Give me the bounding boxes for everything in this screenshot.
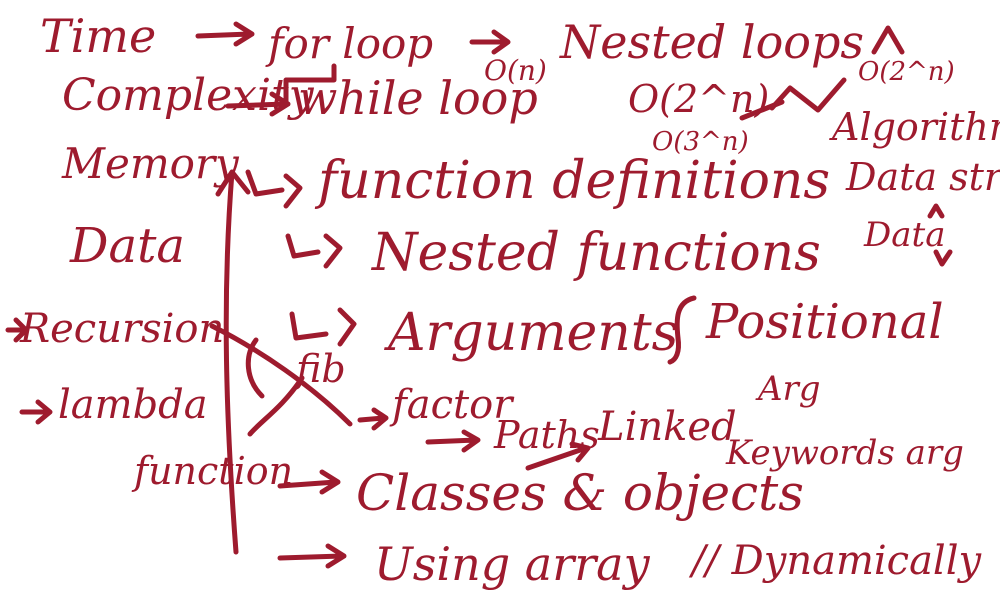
note-o2n-top: O(2^n) bbox=[858, 57, 955, 87]
note-data: Data bbox=[69, 218, 185, 274]
note-memory: Memory bbox=[61, 139, 240, 188]
whiteboard-canvas: Time Complexity for loop O(n) Nested loo… bbox=[5, 9, 1000, 591]
arrow-lambda bbox=[19, 399, 53, 425]
note-nested-functions: Nested functions bbox=[370, 223, 821, 283]
note-recursion: Recursion bbox=[19, 306, 224, 352]
note-arg: Arg bbox=[755, 369, 821, 409]
note-function-definitions: function definitions bbox=[314, 151, 830, 211]
note-arguments: Arguments bbox=[384, 303, 678, 363]
arrow-to-using-array bbox=[277, 543, 347, 569]
vertical-arrow-line bbox=[215, 169, 251, 555]
note-data-right: Data bbox=[863, 215, 945, 255]
arrow-to-paths bbox=[425, 429, 481, 453]
hook-arguments bbox=[289, 307, 357, 347]
note-lambda: lambda bbox=[58, 382, 208, 428]
hook-function-definitions bbox=[245, 169, 303, 209]
arrow-time-to-for bbox=[195, 21, 255, 47]
note-using-array: Using array bbox=[374, 537, 651, 591]
caret-nested-loops bbox=[871, 25, 905, 55]
note-function: function bbox=[131, 449, 293, 493]
note-dynamically: // Dynamically bbox=[688, 538, 983, 584]
arrow-to-factor bbox=[357, 407, 389, 431]
cross-to-function-line bbox=[247, 375, 305, 437]
note-data-structures: Data stru bbox=[845, 155, 1000, 199]
note-nested-loops: Nested loops bbox=[559, 15, 864, 69]
note-classes-objects: Classes & objects bbox=[356, 464, 804, 522]
note-algorithms: Algorithms bbox=[829, 105, 1000, 149]
note-time: Time bbox=[40, 9, 156, 63]
note-for-loop: for loop bbox=[265, 19, 433, 68]
note-linked: Linked bbox=[597, 404, 737, 450]
note-positional: Positional bbox=[705, 294, 944, 350]
hook-nested-functions bbox=[285, 233, 343, 269]
arrow-to-nested-loops bbox=[469, 29, 511, 55]
